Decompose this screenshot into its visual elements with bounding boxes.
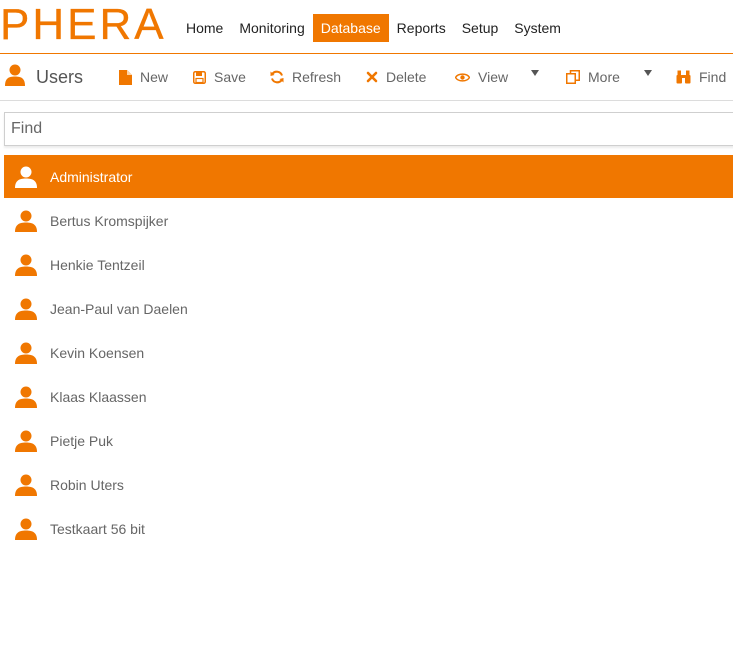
main-nav: Home Monitoring Database Reports Setup S… bbox=[178, 14, 569, 42]
list-item[interactable]: Robin Uters bbox=[4, 463, 733, 507]
user-icon bbox=[14, 342, 38, 364]
user-name: Klaas Klaassen bbox=[50, 389, 147, 405]
new-label: New bbox=[140, 69, 169, 85]
delete-label: Delete bbox=[386, 69, 427, 85]
user-icon bbox=[14, 518, 38, 540]
file-icon bbox=[119, 69, 132, 85]
user-icon bbox=[14, 210, 38, 232]
user-name: Administrator bbox=[50, 168, 133, 185]
copy-icon bbox=[566, 70, 580, 84]
list-item[interactable]: Klaas Klaassen bbox=[4, 375, 733, 419]
refresh-icon bbox=[270, 70, 284, 84]
floppy-icon bbox=[193, 70, 206, 84]
more-button[interactable]: More bbox=[566, 68, 620, 86]
list-item[interactable]: Jean-Paul van Daelen bbox=[4, 287, 733, 331]
user-name: Kevin Koensen bbox=[50, 345, 145, 361]
binoculars-icon bbox=[676, 70, 691, 84]
toolbar: Users New Save Refresh Delete View More … bbox=[0, 54, 733, 101]
user-icon bbox=[14, 386, 38, 408]
user-name: Robin Uters bbox=[50, 477, 124, 493]
list-item[interactable]: Henkie Tentzeil bbox=[4, 243, 733, 287]
list-item[interactable]: Administrator bbox=[4, 155, 733, 198]
new-button[interactable]: New bbox=[119, 68, 168, 86]
page-title-text: Users bbox=[36, 66, 84, 87]
eye-icon bbox=[455, 72, 470, 82]
view-dropdown-caret[interactable] bbox=[531, 70, 539, 76]
find-button[interactable]: Find bbox=[676, 68, 726, 86]
view-label: View bbox=[478, 69, 509, 85]
nav-setup[interactable]: Setup bbox=[454, 14, 507, 42]
nav-monitoring[interactable]: Monitoring bbox=[231, 14, 312, 42]
delete-button[interactable]: Delete bbox=[366, 68, 426, 86]
view-button[interactable]: View bbox=[455, 68, 508, 86]
x-icon bbox=[366, 71, 378, 83]
more-dropdown-caret[interactable] bbox=[644, 70, 652, 76]
user-icon bbox=[14, 474, 38, 496]
nav-database[interactable]: Database bbox=[312, 14, 389, 42]
list-item[interactable]: Bertus Kromspijker bbox=[4, 199, 733, 243]
user-list: Administrator Bertus Kromspijker Henkie … bbox=[4, 155, 733, 551]
find-field bbox=[4, 112, 733, 146]
user-name: Pietje Puk bbox=[50, 433, 114, 449]
find-input[interactable] bbox=[5, 113, 733, 145]
user-name: Henkie Tentzeil bbox=[50, 257, 145, 273]
user-icon bbox=[14, 298, 38, 320]
list-item[interactable]: Kevin Koensen bbox=[4, 331, 733, 375]
more-label: More bbox=[588, 69, 620, 85]
nav-reports[interactable]: Reports bbox=[389, 14, 454, 42]
refresh-button[interactable]: Refresh bbox=[270, 68, 341, 86]
list-item[interactable]: Testkaart 56 bit bbox=[4, 507, 733, 551]
nav-system[interactable]: System bbox=[506, 14, 569, 42]
user-icon bbox=[4, 64, 26, 91]
user-icon bbox=[14, 166, 38, 188]
nav-home[interactable]: Home bbox=[178, 14, 231, 42]
refresh-label: Refresh bbox=[292, 69, 342, 85]
app-logo[interactable]: PHERA bbox=[0, 2, 167, 46]
page-title: Users bbox=[4, 64, 83, 90]
top-header: PHERA Home Monitoring Database Reports S… bbox=[0, 0, 733, 54]
user-name: Bertus Kromspijker bbox=[50, 213, 169, 229]
user-name: Testkaart 56 bit bbox=[50, 521, 145, 537]
user-name: Jean-Paul van Daelen bbox=[50, 301, 188, 317]
user-icon bbox=[14, 430, 38, 452]
list-item[interactable]: Pietje Puk bbox=[4, 419, 733, 463]
user-icon bbox=[14, 254, 38, 276]
save-label: Save bbox=[214, 69, 246, 85]
find-label: Find bbox=[699, 69, 727, 85]
save-button[interactable]: Save bbox=[193, 68, 246, 86]
